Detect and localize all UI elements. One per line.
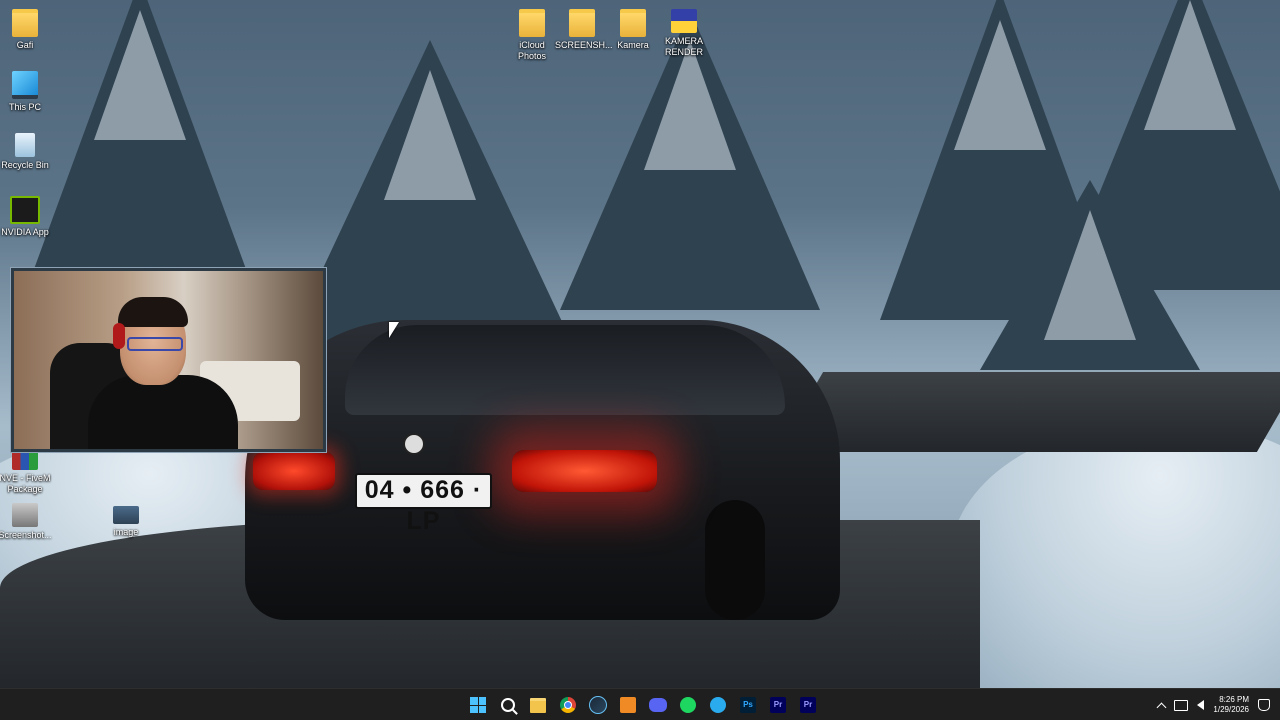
desktop-icon-recycle-bin[interactable]: Recycle Bin — [0, 133, 52, 171]
desktop-icon-label: Kamera — [617, 40, 649, 50]
folder-icon — [569, 9, 595, 37]
desktop-icon-image[interactable]: image — [99, 506, 153, 538]
desktop-icon-gafi[interactable]: Gafi — [0, 9, 52, 51]
chrome-icon — [560, 697, 576, 713]
desktop-icon-label: Screenshot... — [0, 530, 52, 540]
premiere-pro-icon: Pr — [800, 697, 816, 713]
desktop-icon-label: iCloud Photos — [517, 40, 547, 61]
image-file-icon — [113, 506, 139, 524]
file-explorer-icon — [530, 697, 546, 713]
premiere-pro-icon: Pr — [770, 697, 786, 713]
show-hidden-icons-chevron-icon[interactable] — [1156, 702, 1167, 712]
taskbar-apps: Ps Pr Pr — [466, 693, 820, 717]
mouse-cursor-icon — [389, 322, 399, 338]
taskbar: Ps Pr Pr 8:26 PM 1/29/2026 — [0, 688, 1280, 720]
volume-icon[interactable] — [1197, 700, 1205, 710]
clock-date: 1/29/2026 — [1213, 705, 1249, 714]
discord-icon — [649, 698, 667, 712]
desktop-icon-screenshot[interactable]: Screenshot... — [0, 503, 52, 541]
desktop-icon-label: This PC — [8, 102, 41, 112]
monitor-icon — [12, 71, 38, 99]
taskbar-steam[interactable] — [586, 693, 610, 717]
folder-icon — [671, 9, 697, 33]
windows-start-icon — [470, 697, 486, 713]
folder-icon — [12, 9, 38, 37]
taskbar-spotify[interactable] — [676, 693, 700, 717]
search-icon — [501, 698, 515, 712]
clock[interactable]: 8:26 PM 1/29/2026 — [1213, 695, 1249, 715]
recycle-bin-icon — [15, 133, 35, 157]
desktop-icon-screensh[interactable]: SCREENSH... — [555, 9, 613, 51]
clock-time: 8:26 PM — [1219, 695, 1249, 704]
start-button[interactable] — [466, 693, 490, 717]
license-plate: 04 • 666 · LP — [355, 473, 492, 535]
taskbar-file-explorer[interactable] — [526, 693, 550, 717]
taskbar-chrome[interactable] — [556, 693, 580, 717]
folder-icon — [620, 9, 646, 37]
desktop-icon-nvidia-app[interactable]: NVIDIA App — [0, 196, 52, 238]
desktop-icon-label: NVIDIA App — [1, 227, 49, 237]
photoshop-icon: Ps — [740, 697, 756, 713]
steam-icon — [589, 696, 607, 714]
search-button[interactable] — [496, 693, 520, 717]
taskbar-telegram[interactable] — [706, 693, 730, 717]
desktop-icon-label: Gafi — [16, 40, 34, 50]
telegram-icon — [710, 697, 726, 713]
desktop-icon-label: SCREENSH... — [555, 40, 613, 50]
desktop-icon-label: Recycle Bin — [1, 160, 49, 170]
taskbar-premiere-pro-2[interactable]: Pr — [796, 693, 820, 717]
nvidia-icon — [10, 196, 40, 224]
desktop-icon-label: image — [113, 527, 139, 537]
taskbar-photoshop[interactable]: Ps — [736, 693, 760, 717]
spotify-icon — [680, 697, 696, 713]
network-icon[interactable] — [1174, 699, 1189, 711]
webcam-overlay — [11, 268, 326, 452]
desktop-icon-label: KAMERA RENDER — [664, 36, 703, 57]
desktop-icon-kamera-render[interactable]: KAMERA RENDER — [657, 9, 711, 58]
desktop-icon-nve-fivem[interactable]: NVE - FiveM Package — [0, 446, 52, 495]
after-effects-icon — [620, 697, 636, 713]
taskbar-after-effects[interactable] — [616, 693, 640, 717]
desktop-icon-icloud-photos[interactable]: iCloud Photos — [505, 9, 559, 62]
desktop-icon-label: NVE - FiveM Package — [0, 473, 51, 494]
desktop-icon-kamera[interactable]: Kamera — [606, 9, 660, 51]
screenshot-file-icon — [12, 503, 38, 527]
taskbar-discord[interactable] — [646, 693, 670, 717]
taskbar-premiere-pro[interactable]: Pr — [766, 693, 790, 717]
desktop-icon-this-pc[interactable]: This PC — [0, 71, 52, 113]
folder-icon — [519, 9, 545, 37]
system-tray: 8:26 PM 1/29/2026 — [1156, 689, 1270, 720]
notification-bell-icon[interactable] — [1258, 699, 1270, 711]
